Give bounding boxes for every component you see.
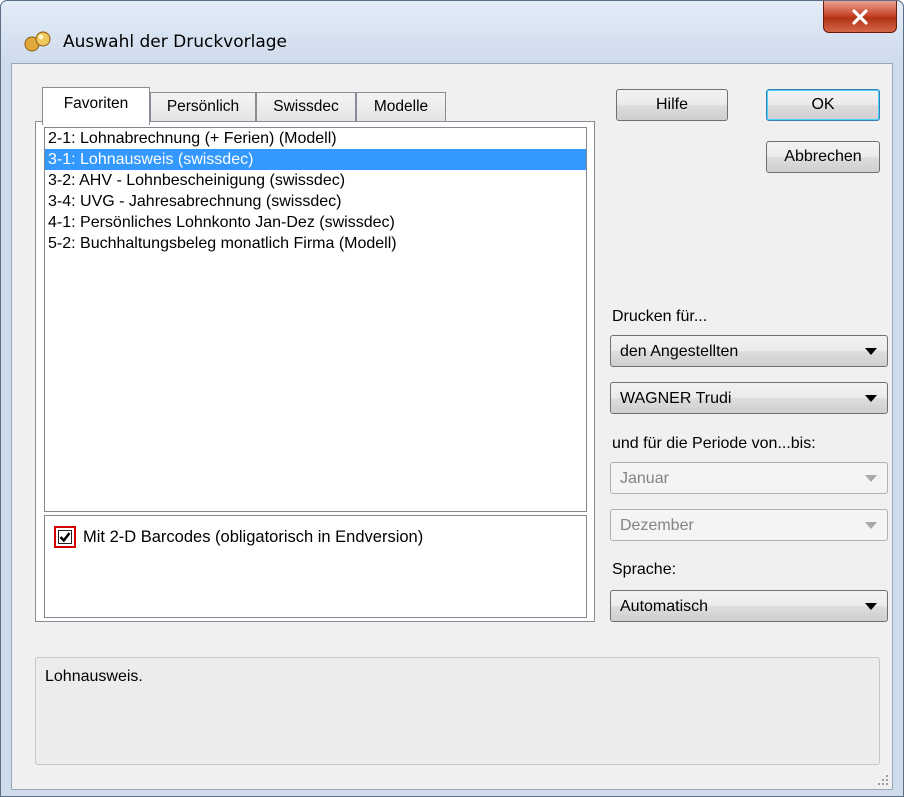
language-select[interactable]: Automatisch <box>610 590 888 622</box>
title-bar[interactable]: Auswahl der Druckvorlage <box>1 1 903 63</box>
tab-label: Favoriten <box>63 95 129 112</box>
tab-label: Persönlich <box>166 98 240 115</box>
tab-modelle[interactable]: Modelle <box>356 92 446 123</box>
ok-button[interactable]: OK <box>766 89 880 121</box>
chevron-down-icon <box>865 475 877 482</box>
checkbox-box <box>58 530 72 544</box>
print-for-type-select[interactable]: den Angestellten <box>610 335 888 367</box>
close-button[interactable] <box>823 1 897 33</box>
options-area: Mit 2-D Barcodes (obligatorisch in Endve… <box>44 515 587 618</box>
app-icon <box>24 31 51 52</box>
select-value: WAGNER Trudi <box>620 390 732 407</box>
list-item-selected[interactable]: 3-1: Lohnausweis (swissdec) <box>45 149 586 170</box>
window-title: Auswahl der Druckvorlage <box>63 32 288 52</box>
barcode-checkbox-label[interactable]: Mit 2-D Barcodes (obligatorisch in Endve… <box>83 528 423 547</box>
dialog-client-area: Favoriten Persönlich Swissdec Modelle 2-… <box>11 63 893 790</box>
checkmark-icon <box>59 532 71 543</box>
select-value: Dezember <box>620 517 694 534</box>
tab-swissdec[interactable]: Swissdec <box>256 92 356 123</box>
template-list[interactable]: 2-1: Lohnabrechnung (+ Ferien) (Modell) … <box>44 127 587 512</box>
dialog-window: Auswahl der Druckvorlage Favoriten Persö… <box>0 0 904 797</box>
description-box: Lohnausweis. <box>35 657 880 765</box>
period-label: und für die Periode von...bis: <box>612 435 816 452</box>
list-item[interactable]: 4-1: Persönliches Lohnkonto Jan-Dez (swi… <box>45 212 586 233</box>
chevron-down-icon <box>865 603 877 610</box>
list-item[interactable]: 2-1: Lohnabrechnung (+ Ferien) (Modell) <box>45 128 586 149</box>
language-label: Sprache: <box>612 561 677 578</box>
employee-select[interactable]: WAGNER Trudi <box>610 382 888 414</box>
chevron-down-icon <box>865 348 877 355</box>
period-from-select[interactable]: Januar <box>610 462 888 494</box>
help-button[interactable]: Hilfe <box>616 89 728 121</box>
tab-persoenlich[interactable]: Persönlich <box>150 92 256 123</box>
select-value: Automatisch <box>620 598 709 615</box>
select-value: Januar <box>620 470 669 487</box>
close-icon <box>852 8 868 25</box>
chevron-down-icon <box>865 522 877 529</box>
chevron-down-icon <box>865 395 877 402</box>
tab-favoriten[interactable]: Favoriten <box>42 87 150 125</box>
print-for-label: Drucken für... <box>612 308 708 325</box>
tab-label: Swissdec <box>273 98 339 115</box>
select-value: den Angestellten <box>620 343 739 360</box>
list-item[interactable]: 5-2: Buchhaltungsbeleg monatlich Firma (… <box>45 233 586 254</box>
tab-label: Modelle <box>373 98 429 115</box>
tab-panel: 2-1: Lohnabrechnung (+ Ferien) (Modell) … <box>35 121 595 622</box>
resize-grip-icon[interactable] <box>875 772 889 786</box>
list-item[interactable]: 3-4: UVG - Jahresabrechnung (swissdec) <box>45 191 586 212</box>
period-to-select[interactable]: Dezember <box>610 509 888 541</box>
description-text: Lohnausweis. <box>45 668 143 685</box>
cancel-button[interactable]: Abbrechen <box>766 141 880 173</box>
list-item[interactable]: 3-2: AHV - Lohnbescheinigung (swissdec) <box>45 170 586 191</box>
barcode-checkbox[interactable] <box>54 526 76 548</box>
